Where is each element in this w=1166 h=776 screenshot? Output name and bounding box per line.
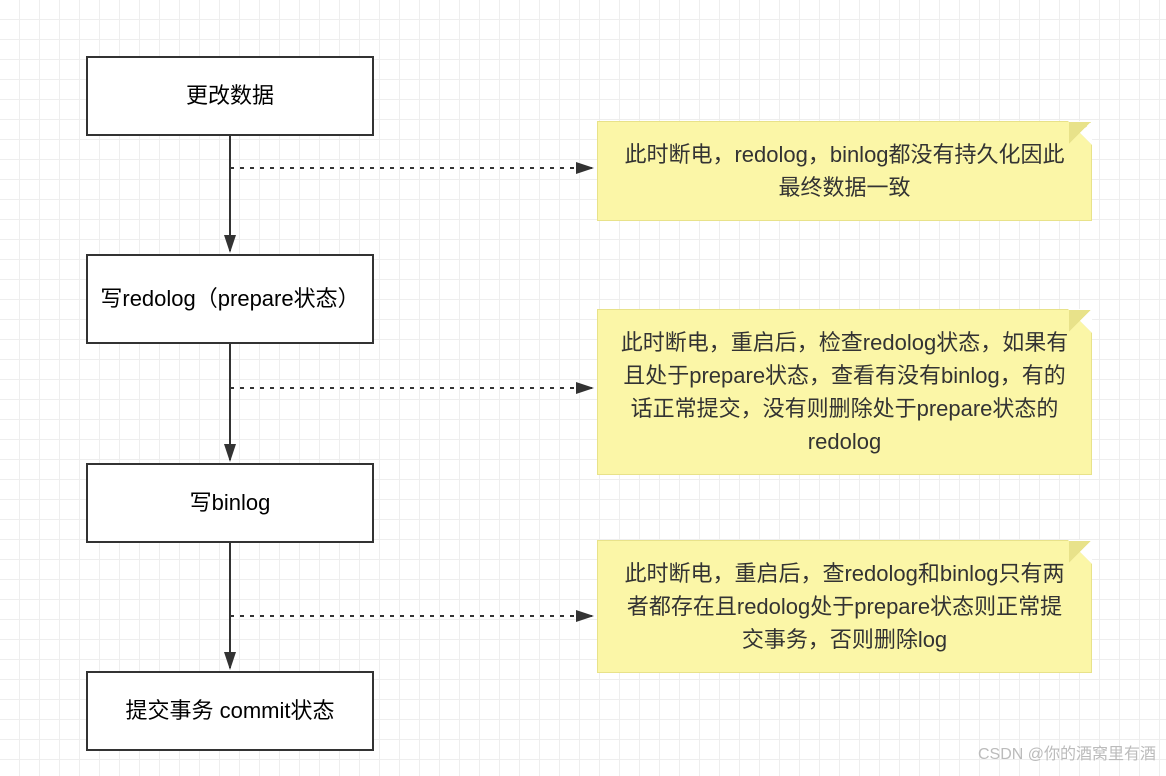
flow-box-write-binlog: 写binlog xyxy=(86,463,374,543)
note-text: 此时断电，redolog，binlog都没有持久化因此最终数据一致 xyxy=(624,142,1064,200)
note-text: 此时断电，重启后，检查redolog状态，如果有且处于prepare状态，查看有… xyxy=(621,330,1068,454)
flow-box-commit: 提交事务 commit状态 xyxy=(86,671,374,751)
box-label: 写redolog（prepare状态） xyxy=(100,284,359,314)
box-label: 更改数据 xyxy=(186,81,274,111)
note-poweroff-after-binlog: 此时断电，重启后，查redolog和binlog只有两者都存在且redolog处… xyxy=(597,540,1092,673)
note-text: 此时断电，重启后，查redolog和binlog只有两者都存在且redolog处… xyxy=(624,561,1064,652)
note-poweroff-after-redolog: 此时断电，重启后，检查redolog状态，如果有且处于prepare状态，查看有… xyxy=(597,309,1092,475)
flow-box-update-data: 更改数据 xyxy=(86,56,374,136)
box-label: 提交事务 commit状态 xyxy=(125,696,334,726)
flow-box-write-redolog: 写redolog（prepare状态） xyxy=(86,254,374,344)
box-label: 写binlog xyxy=(190,488,271,518)
note-poweroff-before-redolog: 此时断电，redolog，binlog都没有持久化因此最终数据一致 xyxy=(597,121,1092,221)
watermark-text: CSDN @你的酒窝里有酒 xyxy=(978,740,1156,764)
